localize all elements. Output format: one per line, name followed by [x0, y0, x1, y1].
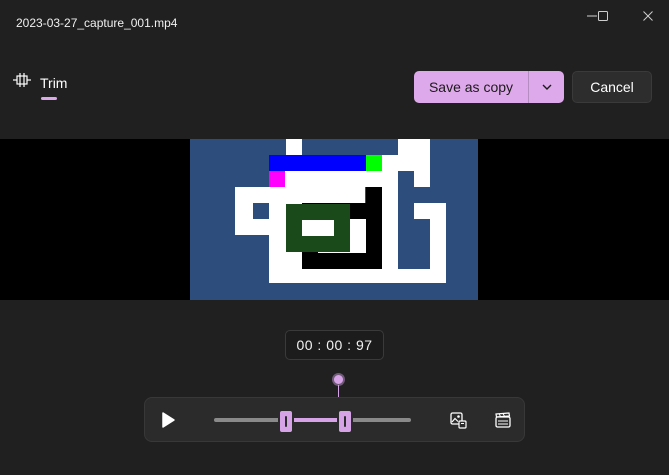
save-frame-icon [450, 412, 467, 429]
clip-button[interactable] [494, 411, 512, 429]
save-frame-button[interactable] [449, 411, 467, 429]
clapperboard-icon [495, 412, 511, 428]
trim-icon [12, 72, 32, 93]
tab-indicator [41, 97, 57, 100]
save-options-dropdown[interactable] [529, 71, 564, 103]
window-title: 2023-03-27_capture_001.mp4 [16, 16, 178, 30]
current-time-display: 00 : 00 : 97 [285, 330, 384, 360]
title-bar: 2023-03-27_capture_001.mp4 [0, 0, 669, 34]
close-icon[interactable] [636, 8, 660, 24]
play-button[interactable] [160, 411, 176, 429]
play-icon [162, 412, 175, 428]
video-preview [0, 139, 669, 300]
trim-tab-label: Trim [40, 74, 68, 91]
save-split-button: Save as copy [414, 71, 564, 103]
trim-start-handle[interactable] [278, 409, 294, 434]
tab-trim[interactable]: Trim [12, 72, 67, 93]
video-frame [190, 139, 478, 300]
save-as-copy-button[interactable]: Save as copy [414, 71, 528, 103]
maximize-icon[interactable] [591, 8, 615, 24]
trim-end-handle[interactable] [337, 409, 353, 434]
chevron-down-icon [541, 78, 553, 96]
cancel-button[interactable]: Cancel [572, 71, 652, 103]
